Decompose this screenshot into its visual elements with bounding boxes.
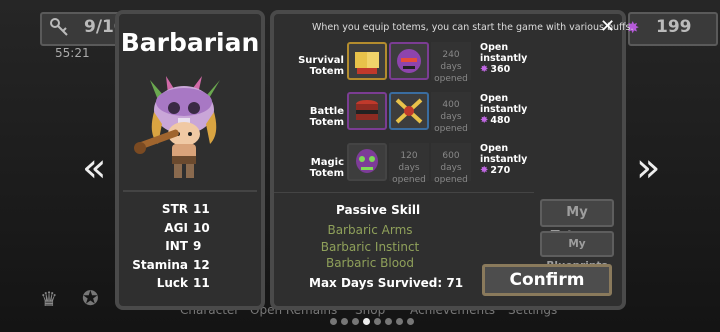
crossed-swords-totem-icon [395,98,423,124]
previous-character-arrow[interactable]: « [82,145,106,191]
divider [123,190,257,192]
passive-skill-3: Barbaric Blood [325,256,415,270]
survival-totem-locked-slot: 240 days opened [431,42,471,84]
max-days-survived: Max Days Survived: 71 [309,276,464,290]
survival-totem-label: Survival Totem [298,55,344,77]
survival-open-instantly[interactable]: Open instantly ✸ 360 [480,42,530,75]
pagination-dot[interactable] [352,318,359,325]
locked-days: 600 days [440,151,462,173]
drum-totem-icon [356,100,378,120]
battle-totem-label: Battle Totem [309,106,344,128]
gem-icon: ✸ [480,115,489,126]
barbarian-portrait [134,76,220,178]
character-name: Barbarian [120,28,260,57]
gem-icon: ✸ [480,165,489,176]
price: 480 [490,115,511,126]
locked-days: 120 days [398,151,420,173]
battle-open-instantly[interactable]: Open instantly ✸ 480 [480,93,530,126]
locked-status: opened [434,124,468,134]
price: 360 [490,64,511,75]
stat-value: 11 [193,202,210,216]
pagination-dots [330,318,414,325]
battle-totem-slot-2[interactable] [389,92,429,130]
stat-label: STR [161,202,188,216]
key-icon [50,18,68,36]
pagination-dot[interactable] [330,318,337,325]
pagination-dot[interactable] [374,318,381,325]
next-character-arrow[interactable]: » [636,145,660,191]
close-button[interactable]: ✕ [600,16,615,37]
stat-label: Luck [156,276,188,290]
confirm-button[interactable]: Confirm [482,264,612,296]
pagination-dot[interactable] [385,318,392,325]
passive-skill-1: Barbaric Arms [327,223,413,237]
divider [274,192,534,193]
battle-totem-slot-1[interactable] [347,92,387,130]
my-totems-button[interactable]: My Totems [540,199,614,244]
magic-open-instantly[interactable]: Open instantly ✸ 270 [480,143,530,176]
green-mask-totem-icon [356,149,378,173]
open-label: Open instantly [480,42,528,64]
pagination-dot[interactable] [363,318,370,325]
locked-status: opened [434,74,468,84]
passive-skill-2: Barbaric Instinct [320,240,420,254]
open-label: Open instantly [480,143,528,165]
medal-icon[interactable]: ✪ [82,286,99,310]
open-label: Open instantly [480,93,528,115]
book-totem-icon [355,52,379,74]
stat-label: INT [165,239,188,253]
magic-totem-locked-slot-2: 600 days opened [431,143,471,185]
stat-label: Stamina [132,257,188,272]
passive-skill-title: Passive Skill [336,203,421,217]
gem-icon: ✸ [480,64,489,75]
magic-totem-locked-slot-1: 120 days opened [389,143,429,185]
stat-label: AGI [164,220,188,235]
gems-counter: 199 [656,17,692,37]
battle-totem-locked-slot: 400 days opened [431,92,471,134]
locked-status: opened [392,175,426,185]
stat-value: 9 [193,239,202,253]
pagination-dot[interactable] [396,318,403,325]
locked-status: opened [434,175,468,185]
pagination-dot[interactable] [341,318,348,325]
stat-value: 11 [193,276,210,290]
survival-totem-slot-2[interactable] [389,42,429,80]
crown-icon[interactable]: ♛ [40,287,58,311]
locked-days: 240 days [440,50,462,72]
locked-days: 400 days [440,100,462,122]
timer: 55:21 [55,46,90,60]
stat-value: 10 [193,220,210,235]
stat-value: 12 [193,257,210,272]
my-blueprints-button[interactable]: My Blueprints [540,231,614,272]
magic-totem-slot-1[interactable] [347,143,387,181]
price: 270 [490,165,511,176]
totem-info-text: When you equip totems, you can start the… [312,22,634,33]
purple-mask-totem-icon [397,49,421,73]
pagination-dot[interactable] [407,318,414,325]
survival-totem-slot-1[interactable] [347,42,387,80]
magic-totem-label: Magic Totem [309,157,344,179]
